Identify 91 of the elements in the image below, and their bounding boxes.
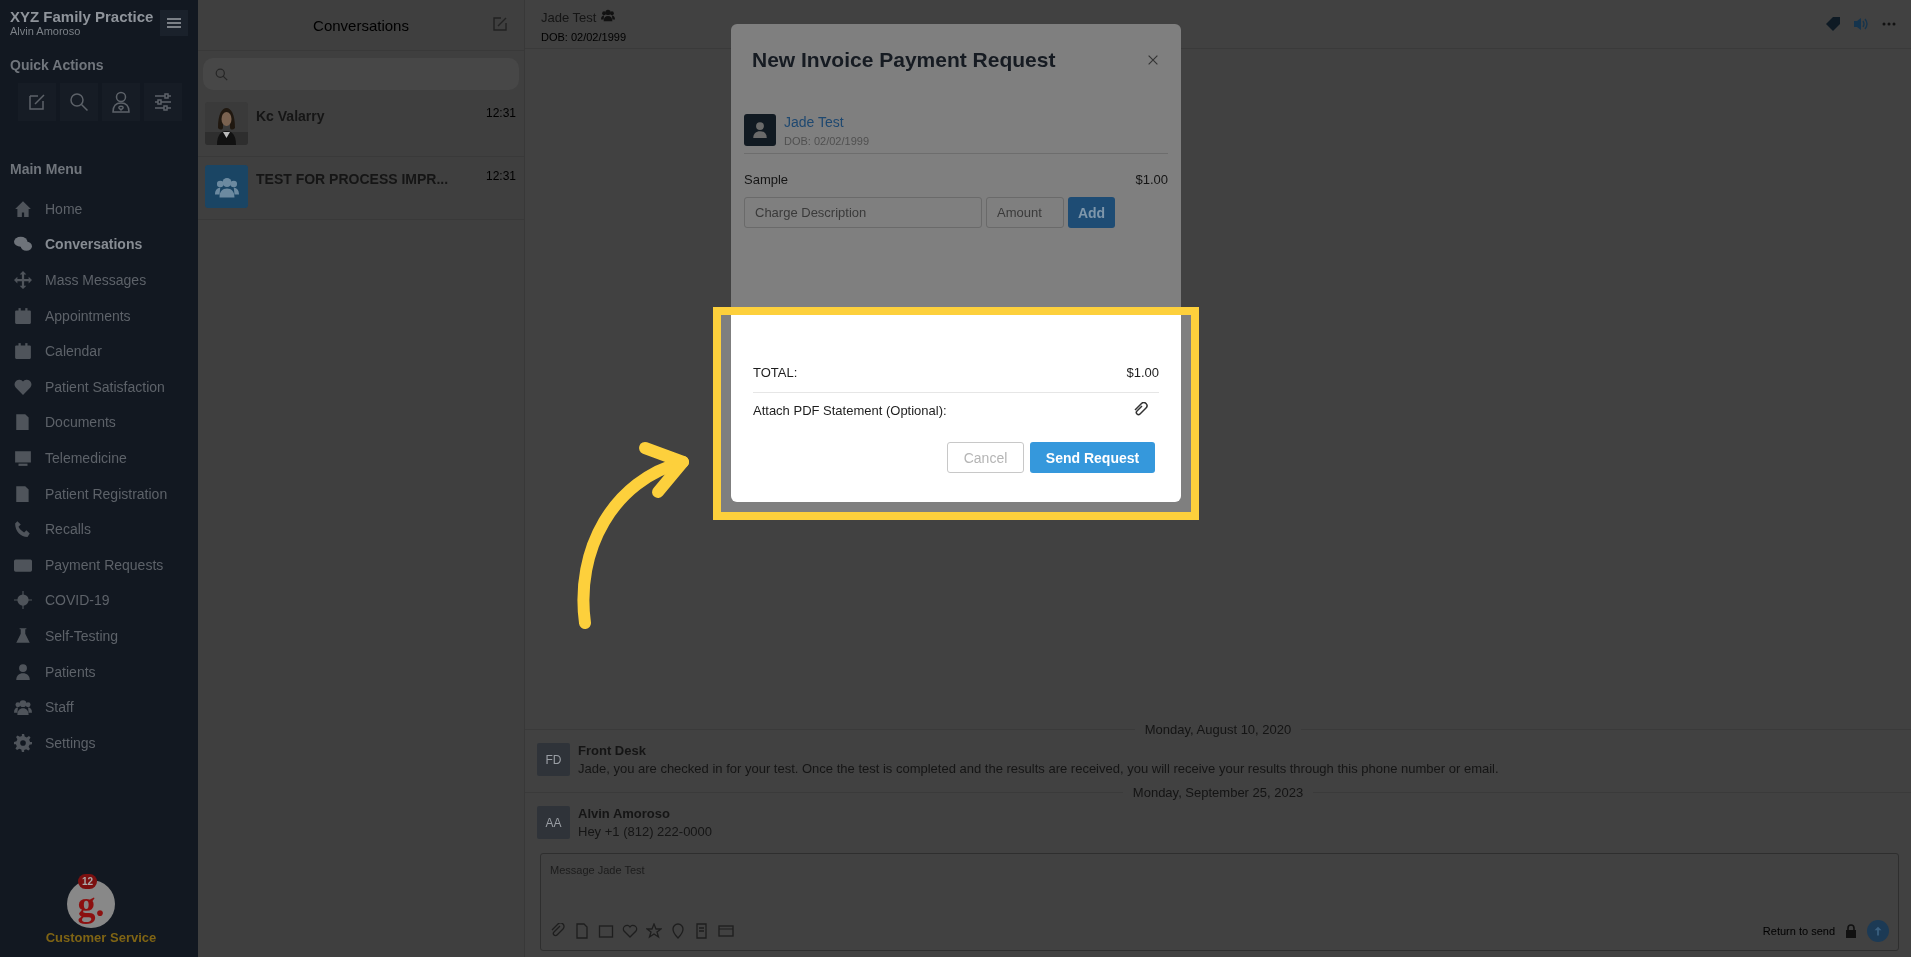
menu-item[interactable]: Calendar	[10, 333, 188, 369]
credit-card-icon	[718, 923, 734, 939]
star-button[interactable]	[646, 923, 662, 939]
menu-item[interactable]: Conversations	[10, 226, 188, 263]
menu-item[interactable]: Home	[10, 191, 188, 227]
phone-icon	[14, 520, 32, 539]
total-amount: $1.00	[1126, 365, 1159, 380]
gear-icon	[14, 733, 32, 752]
practice-name: XYZ Family Practice	[10, 8, 154, 25]
total-label: TOTAL:	[753, 365, 798, 380]
patient-button[interactable]	[102, 83, 140, 121]
section-heading: Quick Actions	[10, 57, 105, 73]
people-icon	[600, 8, 615, 22]
paperclip-icon	[1133, 402, 1149, 418]
cancel-button[interactable]: Cancel	[947, 442, 1024, 473]
lock-button[interactable]	[1843, 923, 1859, 939]
credit-card-button[interactable]	[718, 923, 734, 939]
flask-icon	[14, 626, 32, 645]
filters-button[interactable]	[144, 83, 182, 121]
document-icon	[574, 923, 590, 939]
send-request-button[interactable]: Send Request	[1030, 442, 1155, 473]
conversation-time: 12:31	[485, 169, 516, 185]
sliders-icon	[153, 92, 173, 112]
compose-icon	[492, 16, 508, 32]
form-button[interactable]	[694, 923, 710, 939]
section-heading: Main Menu	[10, 161, 84, 177]
sound-button[interactable]	[1851, 16, 1871, 32]
menu-icon	[166, 15, 182, 31]
add-button[interactable]: Add	[1068, 197, 1115, 228]
menu-item[interactable]: COVID-19	[10, 582, 188, 619]
panel-title: Conversations	[313, 16, 409, 34]
charge-description: Sample	[744, 172, 789, 187]
menu-item[interactable]: Self-Testing	[10, 618, 188, 654]
menu-item[interactable]: Settings	[10, 724, 188, 761]
documents-icon	[14, 413, 32, 432]
person-icon	[751, 121, 769, 139]
support-label[interactable]: Customer Service	[45, 930, 157, 945]
compose-button[interactable]	[18, 83, 56, 121]
menu-item[interactable]: Patient Registration	[10, 475, 188, 512]
send-hint: Return to send	[1762, 925, 1835, 937]
menu-item[interactable]: Telemedicine	[10, 440, 188, 476]
dialog-title: New Invoice Payment Request	[752, 48, 1056, 72]
menu-item[interactable]: Recalls	[10, 511, 188, 547]
conversation-time: 12:31	[485, 106, 516, 122]
form-icon	[694, 923, 710, 939]
lock-icon	[1843, 923, 1859, 939]
tag-button[interactable]	[1825, 16, 1841, 32]
search-button[interactable]	[60, 83, 98, 121]
search-field[interactable]	[203, 58, 519, 90]
search-icon	[215, 67, 228, 81]
charge-description-field[interactable]: Charge Description	[744, 197, 982, 228]
paperclip-button[interactable]	[550, 923, 566, 939]
close-icon	[1146, 53, 1160, 67]
tag-icon	[1825, 16, 1841, 32]
paperclip-icon	[550, 923, 566, 939]
attach-label: Attach PDF Statement (Optional):	[753, 402, 947, 418]
charge-amount: $1.00	[1135, 172, 1168, 187]
sender-avatar: AA	[537, 806, 570, 839]
patient-name[interactable]: Jade Test	[784, 114, 869, 130]
close-button[interactable]	[1146, 53, 1160, 67]
search-icon	[69, 92, 89, 112]
compose-icon	[27, 92, 47, 112]
document-button[interactable]	[574, 923, 590, 939]
menu-item[interactable]: Mass Messages	[10, 262, 188, 298]
heart-button[interactable]	[622, 923, 638, 939]
person-icon	[14, 662, 32, 681]
amount-field[interactable]: Amount	[986, 197, 1064, 228]
speaker-icon	[1851, 16, 1871, 32]
send-button[interactable]	[1867, 920, 1889, 942]
sender-avatar: FD	[537, 743, 570, 776]
menu-item[interactable]: Appointments	[10, 297, 188, 334]
location-pin-icon	[670, 923, 686, 939]
chat-bubbles-icon	[14, 235, 32, 254]
menu-item[interactable]: Payment Requests	[10, 546, 188, 583]
user-name: Alvin Amoroso	[10, 25, 82, 37]
menu-item[interactable]: Patients	[10, 653, 188, 690]
attach-button[interactable]	[1133, 402, 1149, 418]
menu-item[interactable]: Patient Satisfaction	[10, 368, 188, 405]
contact-dob: DOB: 02/02/1999	[541, 31, 626, 43]
heart-icon	[622, 923, 638, 939]
star-icon	[646, 923, 662, 939]
four-arrows-icon	[14, 271, 32, 289]
people-icon	[14, 698, 32, 717]
heart-icon	[14, 377, 32, 396]
notification-badge: 12	[78, 874, 98, 889]
house-icon	[14, 199, 32, 218]
menu-item[interactable]: Documents	[10, 404, 188, 441]
menu-item[interactable]: Staff	[10, 689, 188, 725]
menu-button[interactable]	[160, 10, 188, 36]
person-heart-icon	[111, 91, 131, 113]
location-pin-button[interactable]	[670, 923, 686, 939]
